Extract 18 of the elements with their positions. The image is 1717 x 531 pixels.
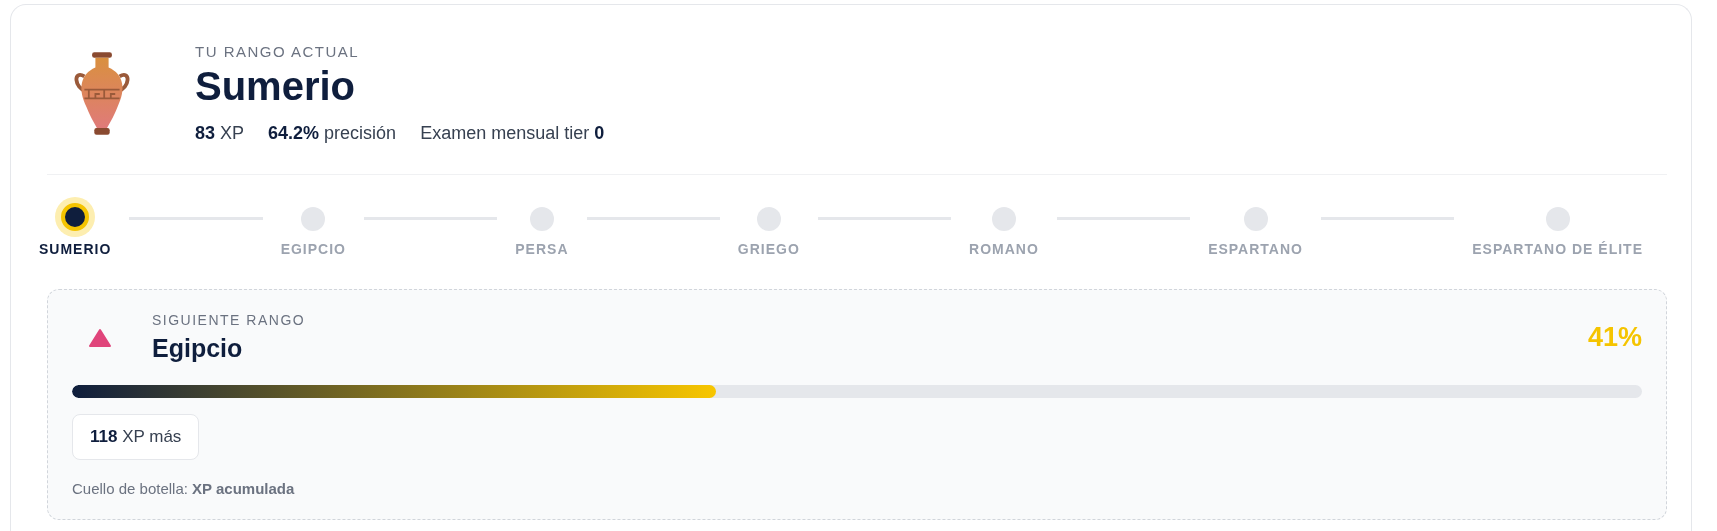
triangle-icon xyxy=(88,327,112,348)
rank-title: Sumerio xyxy=(195,64,357,109)
xp-remaining-badge: 118 XP más xyxy=(72,414,200,460)
section-label: TU RANGO ACTUAL xyxy=(195,43,361,60)
step-label: GRIEGO xyxy=(737,241,800,257)
step-label: ROMANO xyxy=(969,241,1039,257)
stat-text: 83 XP xyxy=(195,123,245,144)
section-label: SIGUIENTE RANGO xyxy=(152,312,307,328)
stat-text: Examen mensual tier 0 xyxy=(420,123,605,144)
step-label: ESPARTANO DE ÉLITE xyxy=(1472,241,1643,257)
step-label: SUMERIO xyxy=(39,241,112,257)
stat-text: 64.2% precisión xyxy=(268,123,397,144)
bottleneck-text: Cuello de botella: XP acumulada xyxy=(72,480,295,497)
step-label: EGIPCIO xyxy=(280,241,346,257)
rank-title: Egipcio xyxy=(152,334,244,363)
step-label: PERSA xyxy=(515,241,569,257)
progress-percent: 41% xyxy=(1587,322,1642,353)
step-label: ESPARTANO xyxy=(1208,241,1303,257)
